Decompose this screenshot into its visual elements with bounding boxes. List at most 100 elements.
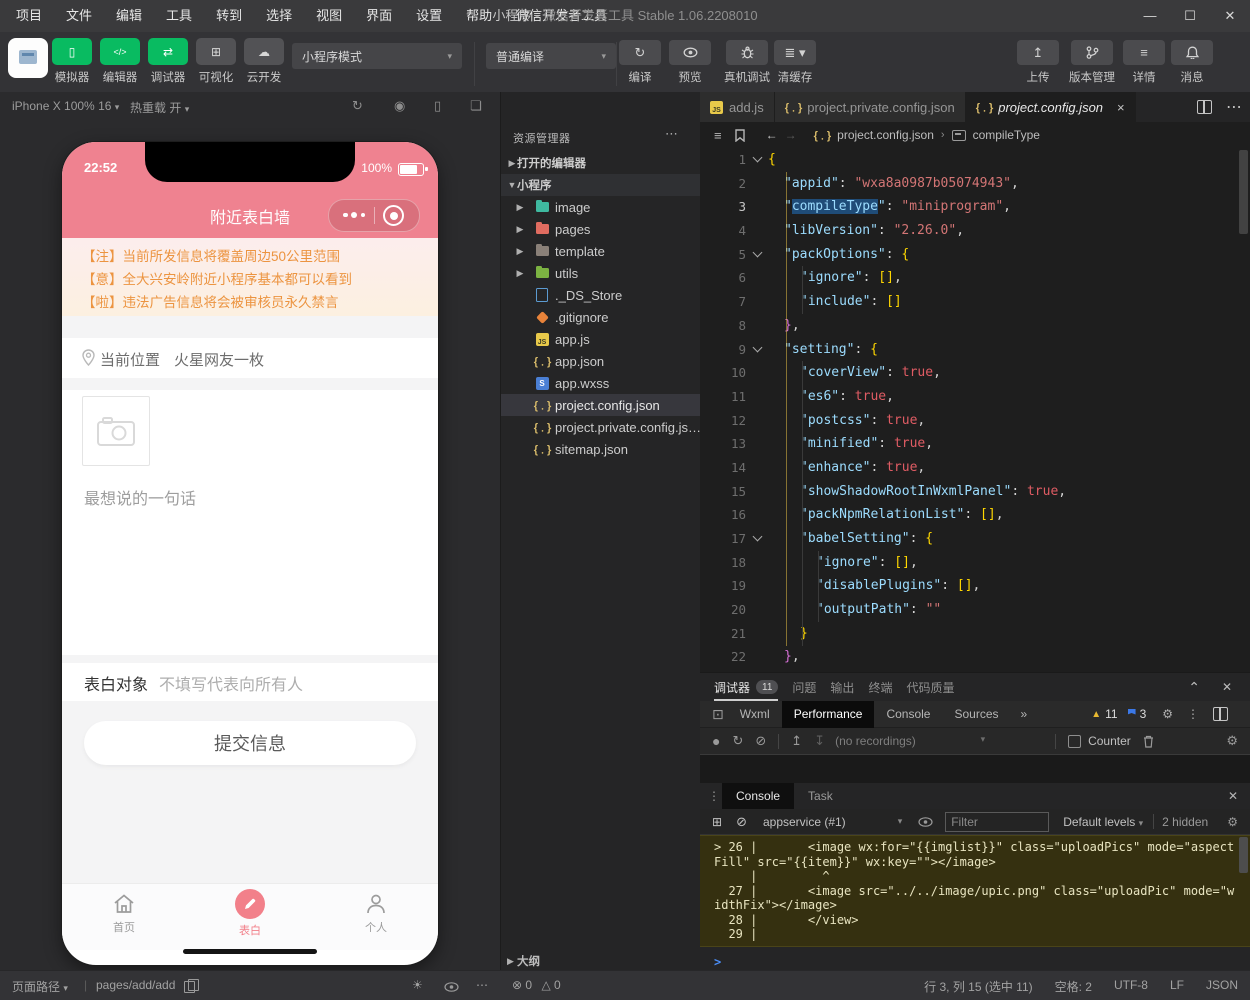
problems-summary[interactable]: ⊗ 0 △ 0 [512,978,561,992]
message-textarea[interactable]: 最想说的一句话 [62,473,438,655]
device-icon[interactable]: ▯ [434,98,441,114]
explorer-open-editors[interactable]: ▶打开的编辑器 [501,152,701,174]
toolbar-预览[interactable]: 预览 [669,40,711,85]
minimize-button[interactable]: — [1130,0,1170,32]
menu-item-界面[interactable]: 界面 [354,0,404,32]
close-tab-icon[interactable]: × [1117,100,1125,115]
debugger-tab-问题[interactable]: 问题 [792,674,816,701]
more-icon[interactable] [343,213,365,218]
toolbar-可视化[interactable]: ⊞可视化 [192,38,240,85]
list-icon[interactable]: ≡ [714,128,722,143]
toolbar-编译[interactable]: ↻编译 [619,40,661,85]
menu-item-项目[interactable]: 项目 [4,0,54,32]
more-tabs-icon[interactable]: » [1011,707,1038,721]
submit-button[interactable]: 提交信息 [84,721,416,765]
toolbar-消息[interactable]: 消息 [1171,40,1213,85]
menu-item-选择[interactable]: 选择 [254,0,304,32]
tree-item-project.private.config.js[interactable]: {﹒}project.private.config.js… [501,416,701,438]
debugger-tab-终端[interactable]: 终端 [868,674,892,701]
console-warning-block[interactable]: > 26 | <image wx:for="{{imglist}}" class… [700,835,1250,947]
toolbar-调试器[interactable]: ⇄调试器 [144,38,192,85]
status-lf[interactable]: LF [1170,978,1184,995]
toolbar-真机调试[interactable]: 真机调试 [724,40,770,85]
maximize-button[interactable]: ☐ [1170,0,1210,32]
device-select[interactable]: iPhone X 100% 16 ▾ [12,99,119,113]
breadcrumb-file[interactable]: project.config.json [837,128,934,142]
console-sidebar-icon[interactable]: ⊞ [712,815,722,829]
toolbar-版本管理[interactable]: 版本管理 [1069,40,1115,85]
toolbar-编辑器[interactable]: </>编辑器 [96,38,144,85]
editor-tab-add.js[interactable]: JSadd.js [700,92,775,122]
code-area[interactable]: 1{2"appid": "wxa8a0987b05074943",3"compi… [700,148,1250,672]
eye-icon[interactable] [444,982,459,992]
fold-icon[interactable] [752,153,762,163]
levels-select[interactable]: Default levels ▾ [1063,815,1143,829]
more-icon[interactable]: ⋯ [665,126,678,142]
tabbar-首页[interactable]: 首页 [84,892,164,935]
split-editor-icon[interactable] [1197,100,1212,114]
tree-item-.gitignore[interactable]: .gitignore [501,306,701,328]
tabbar-表白[interactable]: 表白 [210,892,290,938]
undock-icon[interactable] [1213,707,1228,721]
gear-icon[interactable]: ⚙ [1226,733,1238,749]
console-tab-Task[interactable]: Task [794,783,847,809]
editor-scrollbar[interactable] [1239,150,1248,234]
mode-select[interactable]: 小程序模式▾ [292,43,462,69]
more-icon[interactable]: ⋯ [476,978,488,992]
tree-item-image[interactable]: ▶image [501,196,701,218]
status-2[interactable]: 空格: 2 [1055,978,1092,995]
fold-icon[interactable] [752,532,762,542]
location-row[interactable]: 当前位置 火星网友一枚 [62,338,438,378]
devtools-tab-Performance[interactable]: Performance [782,701,875,728]
capsule-menu[interactable] [328,199,420,232]
filter-input[interactable] [945,812,1049,832]
tree-item-template[interactable]: ▶template [501,240,701,262]
compile-select[interactable]: 普通编译▾ [486,43,616,69]
gear-icon[interactable]: ⚙ [1162,707,1173,721]
console-prompt[interactable]: > [714,955,721,969]
status-31511[interactable]: 行 3, 列 15 (选中 11) [924,978,1032,995]
record-icon[interactable]: ◉ [394,98,405,114]
clear-console-icon[interactable]: ⊘ [736,814,747,830]
menu-item-设置[interactable]: 设置 [404,0,454,32]
multi-window-icon[interactable]: ❏ [470,98,482,114]
tree-item-project.config.json[interactable]: {﹒}project.config.json [501,394,701,416]
tree-item-app.json[interactable]: {﹒}app.json [501,350,701,372]
fold-icon[interactable] [752,248,762,258]
debugger-tab-调试器[interactable]: 调试器11 [714,674,778,701]
devtools-tab-Wxml[interactable]: Wxml [728,701,782,728]
upload-image-button[interactable] [82,396,150,466]
tabbar-个人[interactable]: 个人 [336,892,416,935]
bookmark-icon[interactable] [735,129,745,142]
devtools-tab-Console[interactable]: Console [874,701,942,728]
close-button[interactable]: ✕ [1210,0,1250,32]
toolbar-云开发[interactable]: ☁云开发 [240,38,288,85]
nav-back-icon[interactable]: ← [766,128,778,142]
tree-item-app.js[interactable]: JSapp.js [501,328,701,350]
tree-item-sitemap.json[interactable]: {﹒}sitemap.json [501,438,701,460]
editor-tab-project.private.config.json[interactable]: {﹒}project.private.config.json [775,92,966,122]
close-console-icon[interactable]: ✕ [1228,789,1238,803]
kebab-menu-icon[interactable]: ⋮ [708,789,720,803]
page-path-select[interactable]: 页面路径 ▾ [12,978,68,995]
debugger-tab-代码质量[interactable]: 代码质量 [906,674,954,701]
breadcrumb-symbol[interactable]: compileType [973,128,1040,142]
menu-item-工具[interactable]: 工具 [154,0,204,32]
gear-icon[interactable]: ⚙ [1227,815,1238,829]
warning-count[interactable]: ▲11 [1091,707,1117,721]
editor-tab-project.config.json[interactable]: {﹒}project.config.json× [966,92,1136,122]
inspect-icon[interactable]: ⊡ [712,706,724,723]
menu-item-视图[interactable]: 视图 [304,0,354,32]
menu-item-帮助[interactable]: 帮助 [454,0,504,32]
load-profile-icon[interactable]: ↥ [791,733,802,749]
avatar-button[interactable] [8,38,48,78]
tree-item-app.wxss[interactable]: Sapp.wxss [501,372,701,394]
toolbar-清缓存[interactable]: ≣ ▾清缓存 [774,40,816,85]
recordings-select[interactable]: (no recordings)▾ [835,734,985,748]
eye-icon[interactable] [918,817,933,827]
toolbar-详情[interactable]: ≡详情 [1123,40,1165,85]
menu-item-微信开发者工具[interactable]: 微信开发者工具 [504,0,619,32]
console-tab-Console[interactable]: Console [722,783,794,809]
target-input[interactable]: 不填写代表向所有人 [159,671,303,695]
vconsole-icon[interactable]: ☀ [412,978,423,992]
